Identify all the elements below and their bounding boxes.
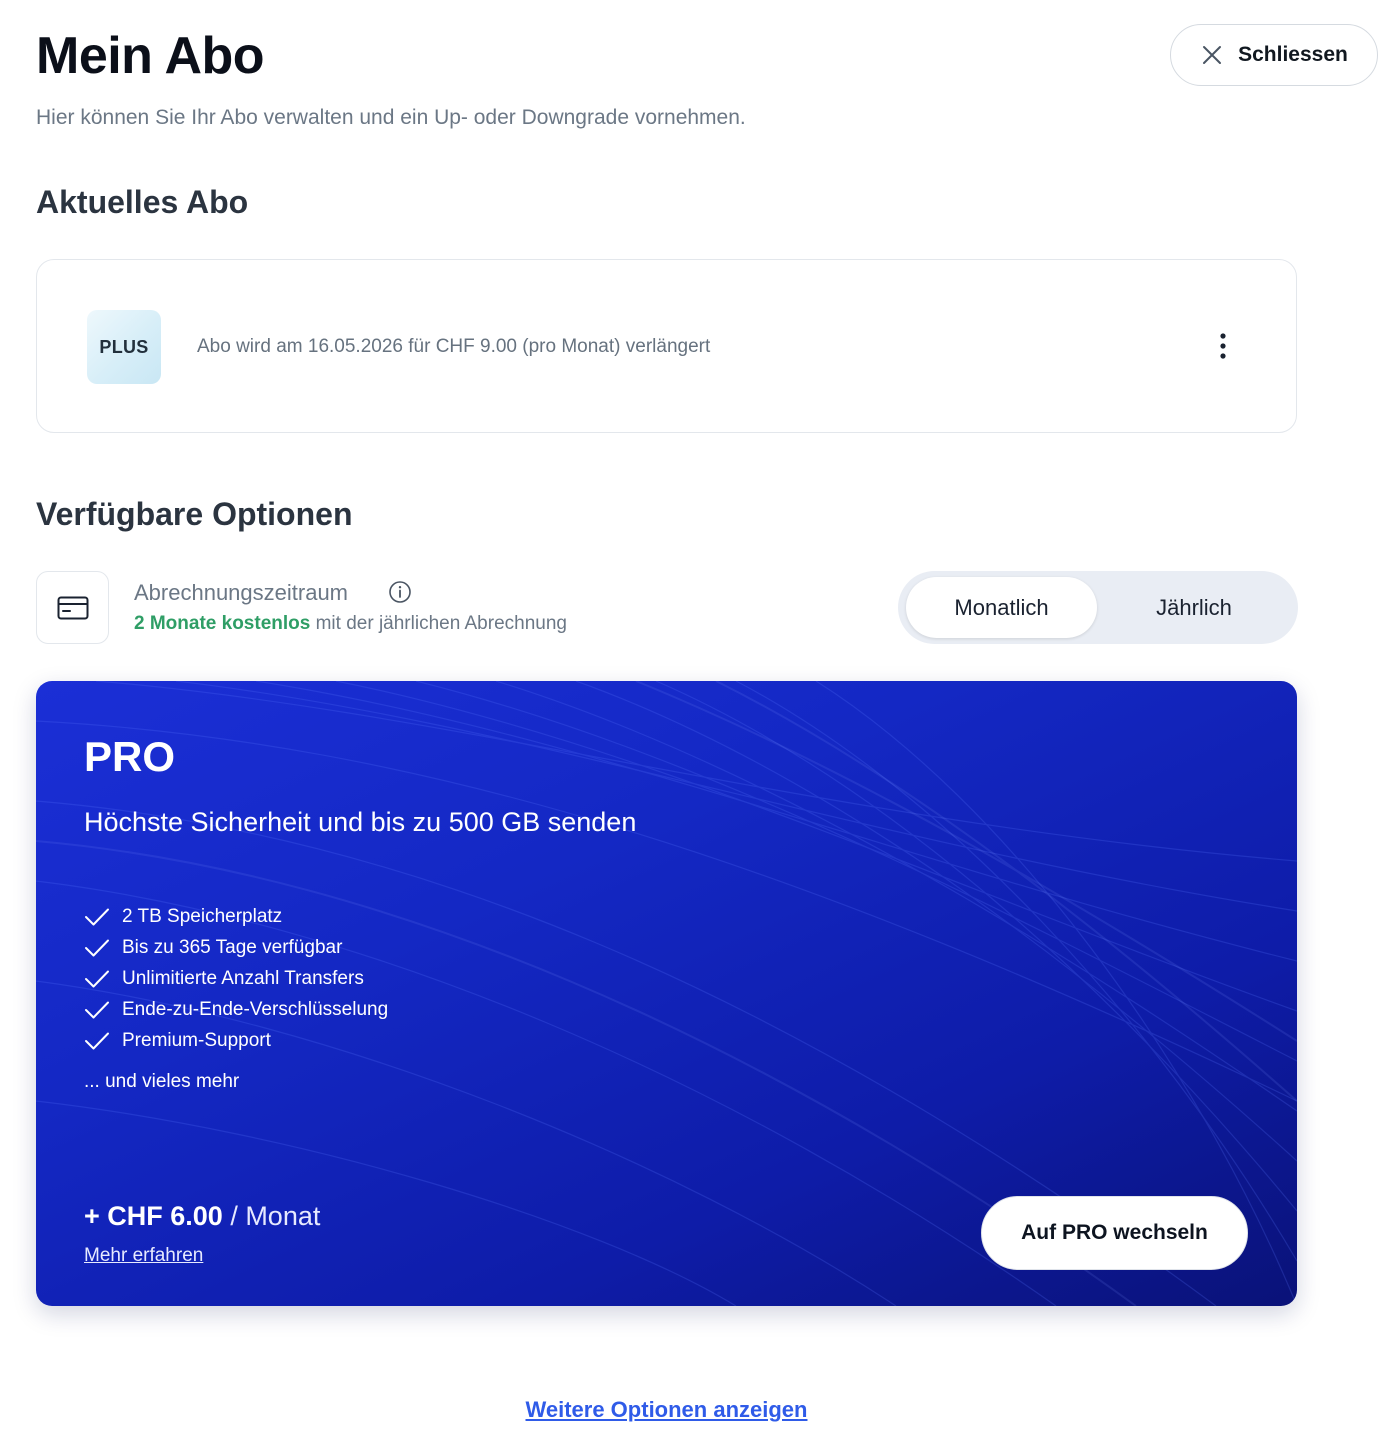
check-icon xyxy=(85,939,109,956)
feature-item: Ende-zu-Ende-Verschlüsselung xyxy=(84,994,388,1025)
page-title: Mein Abo xyxy=(36,27,265,85)
price-line: + CHF 6.00 / Monat xyxy=(84,1199,320,1233)
billing-period-label: Abrechnungszeitraum xyxy=(134,580,349,605)
close-icon xyxy=(1203,46,1222,64)
billing-hint-rest: mit der jährlichen Abrechnung xyxy=(310,613,567,634)
close-button[interactable]: Schliessen xyxy=(1170,24,1378,86)
feature-item: 2 TB Speicherplatz xyxy=(84,901,388,932)
period-option-yearly[interactable]: Jährlich xyxy=(1098,577,1290,638)
learn-more-link[interactable]: Mehr erfahren xyxy=(84,1244,203,1268)
billing-period-toggle: Monatlich Jährlich xyxy=(898,571,1298,644)
check-icon xyxy=(85,1001,109,1018)
pro-tagline: Höchste Sicherheit und bis zu 500 GB sen… xyxy=(84,807,637,837)
section-title-current: Aktuelles Abo xyxy=(36,184,249,220)
period-option-monthly[interactable]: Monatlich xyxy=(906,577,1097,638)
feature-item: Premium-Support xyxy=(84,1025,388,1056)
switch-to-pro-button[interactable]: Auf PRO wechseln xyxy=(981,1196,1248,1270)
feature-item: Bis zu 365 Tage verfügbar xyxy=(84,932,388,963)
current-subscription-card: PLUS Abo wird am 16.05.2026 für CHF 9.00… xyxy=(36,259,1297,433)
more-vertical-icon xyxy=(1220,333,1226,359)
check-icon xyxy=(85,1032,109,1049)
renewal-text: Abo wird am 16.05.2026 für CHF 9.00 (pro… xyxy=(197,336,711,357)
price-unit: / Monat xyxy=(222,1201,321,1231)
page-subtitle: Hier können Sie Ihr Abo verwalten und ei… xyxy=(36,106,746,129)
credit-card-icon xyxy=(57,596,88,619)
section-title-options: Verfügbare Optionen xyxy=(36,496,353,532)
billing-hint-highlight: 2 Monate kostenlos xyxy=(134,613,311,634)
more-options-link-container: Weitere Optionen anzeigen xyxy=(0,1396,1333,1424)
check-icon xyxy=(85,970,109,987)
more-features-text: ... und vieles mehr xyxy=(84,1071,240,1092)
info-icon[interactable] xyxy=(388,580,412,604)
pro-title: PRO xyxy=(84,733,176,780)
feature-label: Unlimitierte Anzahl Transfers xyxy=(122,967,364,989)
show-more-options-link[interactable]: Weitere Optionen anzeigen xyxy=(526,1397,808,1422)
more-options-button[interactable] xyxy=(1205,328,1241,364)
pro-plan-card: PRO Höchste Sicherheit und bis zu 500 GB… xyxy=(36,681,1297,1306)
feature-list: 2 TB Speicherplatz Bis zu 365 Tage verfü… xyxy=(84,901,388,1056)
price-amount: + CHF 6.00 xyxy=(84,1201,223,1231)
feature-label: Premium-Support xyxy=(122,1029,271,1051)
billing-hint: 2 Monate kostenlos mit der jährlichen Ab… xyxy=(134,612,567,636)
check-icon xyxy=(85,908,109,925)
feature-label: Ende-zu-Ende-Verschlüsselung xyxy=(122,998,389,1020)
close-label: Schliessen xyxy=(1238,43,1348,66)
feature-label: 2 TB Speicherplatz xyxy=(122,905,283,927)
billing-icon-box xyxy=(36,571,109,644)
feature-item: Unlimitierte Anzahl Transfers xyxy=(84,963,388,994)
feature-label: Bis zu 365 Tage verfügbar xyxy=(122,936,343,958)
plan-badge: PLUS xyxy=(87,310,161,384)
